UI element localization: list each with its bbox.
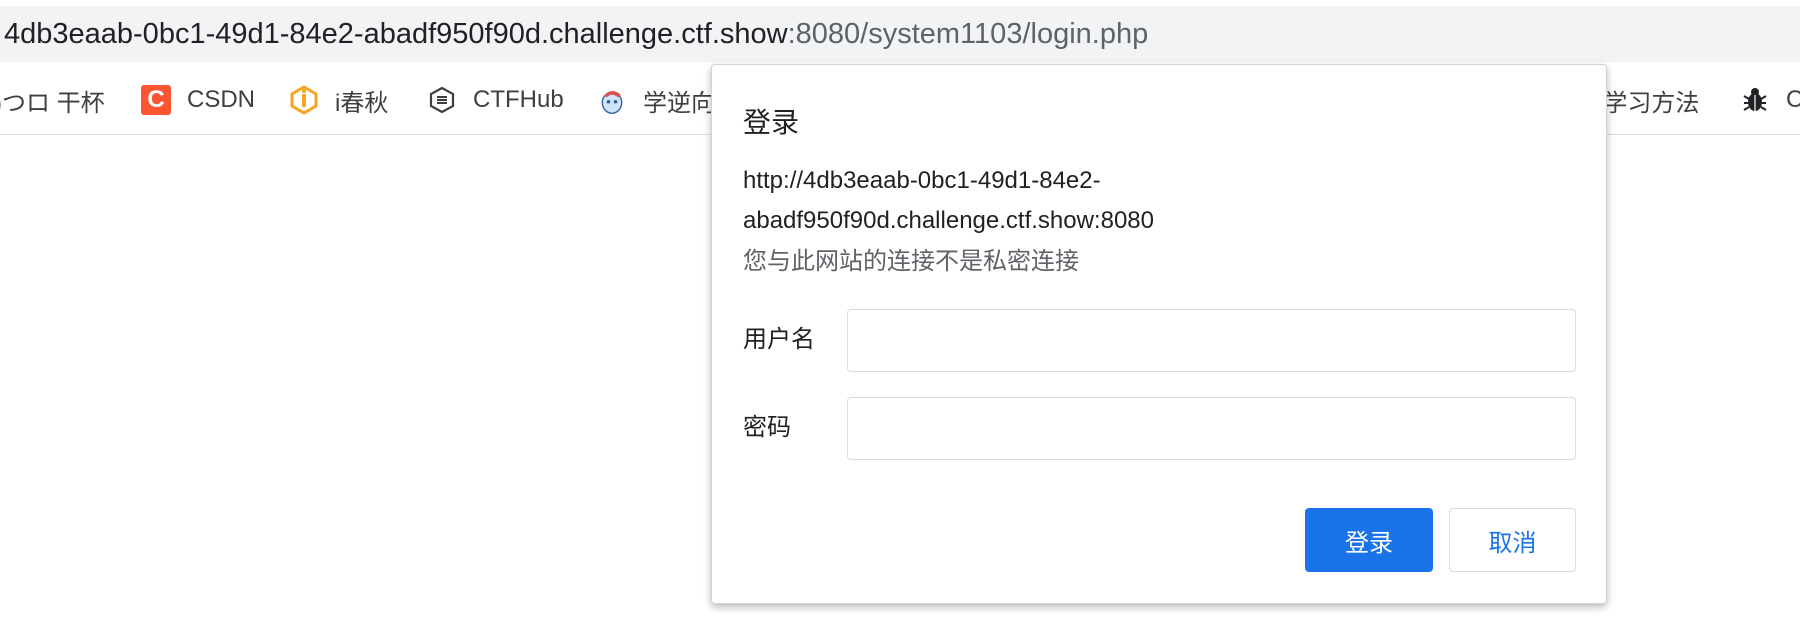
bookmark-item-xuexifangfa[interactable]: l学习方法 (1598, 66, 1699, 134)
mascot-icon (597, 85, 627, 115)
bookmark-item-csdn[interactable]: C CSDN (141, 66, 255, 134)
ctfhub-icon (427, 85, 457, 115)
bug-icon (1740, 85, 1770, 115)
login-dialog: 登录 http://4db3eaab-0bc1-49d1-84e2- abadf… (711, 64, 1607, 604)
address-bar: 4db3eaab-0bc1-49d1-84e2-abadf950f90d.cha… (0, 0, 1800, 66)
username-input[interactable] (847, 309, 1576, 372)
url-path: :8080/system1103/login.php (787, 17, 1149, 50)
bookmark-item-c[interactable]: C (1740, 66, 1800, 134)
bookmark-item-ctfhub[interactable]: CTFHub (427, 66, 564, 134)
bookmark-label: i春秋 (335, 89, 389, 117)
bookmark-item-ganbei[interactable]: )つロ 干杯 (0, 66, 105, 134)
bookmark-label: CSDN (187, 86, 256, 113)
cancel-button[interactable]: 取消 (1449, 508, 1576, 572)
csdn-icon: C (141, 85, 171, 115)
username-label: 用户名 (743, 326, 815, 353)
bookmark-label: CTFHub (473, 86, 564, 113)
url-field[interactable]: 4db3eaab-0bc1-49d1-84e2-abadf950f90d.cha… (0, 6, 1800, 62)
ichunqiu-icon (289, 85, 319, 115)
bookmark-item-ichunqiu[interactable]: i春秋 (289, 66, 388, 134)
bookmark-label: l学习方法 (1598, 89, 1700, 117)
login-button[interactable]: 登录 (1305, 508, 1433, 572)
password-input[interactable] (847, 397, 1576, 460)
bookmark-label: 学逆向 (643, 89, 715, 117)
bookmark-item-xuenixiang[interactable]: 学逆向 (597, 66, 715, 134)
password-label: 密码 (743, 414, 791, 441)
dialog-url-line-2: abadf950f90d.challenge.ctf.show:8080 (743, 207, 1154, 234)
dialog-site-url: http://4db3eaab-0bc1-49d1-84e2- abadf950… (743, 161, 1243, 241)
url-host: 4db3eaab-0bc1-49d1-84e2-abadf950f90d.cha… (4, 17, 788, 50)
dialog-title: 登录 (743, 107, 800, 138)
bookmark-label: C (1786, 86, 1800, 114)
bookmark-label: )つロ 干杯 (0, 89, 105, 117)
connection-warning: 您与此网站的连接不是私密连接 (743, 248, 1079, 275)
dialog-url-line-1: http://4db3eaab-0bc1-49d1-84e2- (743, 167, 1101, 194)
